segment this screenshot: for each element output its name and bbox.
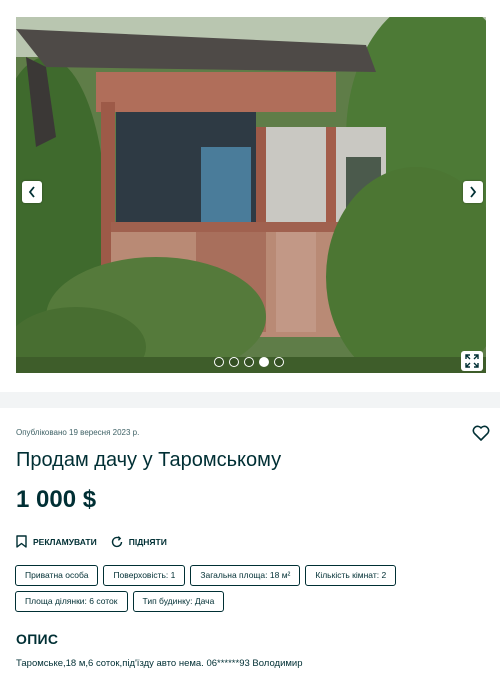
promote-button[interactable]: РЕКЛАМУВАТИ <box>16 535 97 548</box>
raise-label: ПІДНЯТИ <box>128 536 167 547</box>
refresh-icon <box>111 535 122 547</box>
photo-pagination <box>214 357 284 367</box>
expand-icon <box>465 354 479 368</box>
listing-price: 1 000 $ <box>16 486 97 513</box>
published-date: Опубліковано 19 вересня 2023 р. <box>16 428 140 437</box>
heart-icon <box>472 425 490 441</box>
tag-plot-area: Площа ділянки: 6 соток <box>15 591 128 612</box>
listing-title: Продам дачу у Таромському <box>16 449 282 471</box>
chevron-left-icon <box>28 186 35 198</box>
pagination-dot[interactable] <box>274 357 284 367</box>
photo-gallery <box>0 0 500 390</box>
listing-actions: РЕКЛАМУВАТИ ПІДНЯТИ <box>16 535 167 548</box>
pagination-dot-active[interactable] <box>259 357 269 367</box>
listing-photo[interactable] <box>16 17 486 373</box>
favorite-button[interactable] <box>472 425 490 441</box>
tag-floors: Поверховість: 1 <box>103 565 186 586</box>
section-divider <box>0 392 500 408</box>
tag-total-area: Загальна площа: 18 м² <box>190 565 301 586</box>
promote-label: РЕКЛАМУВАТИ <box>33 536 97 547</box>
pagination-dot[interactable] <box>244 357 254 367</box>
pagination-dot[interactable] <box>214 357 224 367</box>
parameter-tags: Приватна особа Поверховість: 1 Загальна … <box>15 565 490 612</box>
description-text: Таромське,18 м,6 соток,під'їзду авто нем… <box>16 658 303 669</box>
fullscreen-button[interactable] <box>461 351 483 371</box>
next-photo-button[interactable] <box>463 181 483 203</box>
tag-rooms: Кількість кімнат: 2 <box>305 565 397 586</box>
bookmark-icon <box>16 535 27 548</box>
pagination-dot[interactable] <box>229 357 239 367</box>
chevron-right-icon <box>470 186 477 198</box>
previous-photo-button[interactable] <box>22 181 42 203</box>
tag-house-type: Тип будинку: Дача <box>132 591 225 612</box>
raise-button[interactable]: ПІДНЯТИ <box>111 535 167 548</box>
tag-seller-type: Приватна особа <box>15 565 99 586</box>
description-heading: ОПИС <box>16 631 59 647</box>
